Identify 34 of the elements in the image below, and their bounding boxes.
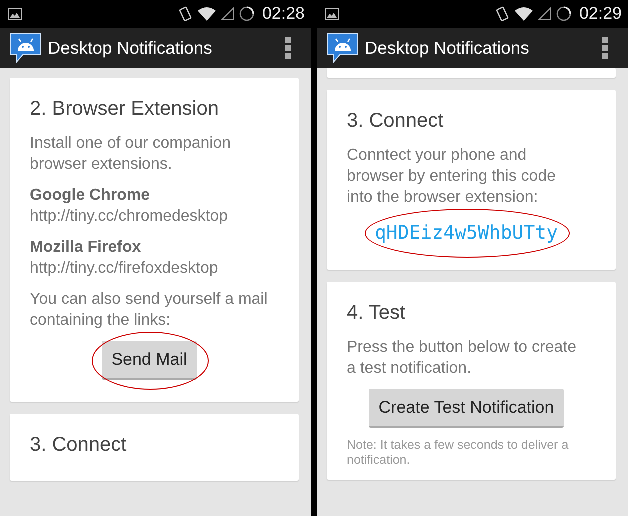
overflow-menu-icon[interactable]	[602, 37, 608, 59]
signal-icon	[221, 7, 236, 21]
body-text: You can also send yourself a mail containing the links:	[30, 290, 269, 331]
clock-time: 02:28	[262, 4, 305, 24]
extension-url: http://tiny.cc/firefoxdesktop	[30, 259, 220, 279]
overflow-menu-icon[interactable]	[285, 37, 291, 59]
app-title: Desktop Notifications	[365, 38, 530, 58]
loading-spinner-icon	[556, 6, 572, 22]
wifi-icon	[514, 6, 534, 22]
connection-code: qHDEiz4w5WhbUTty	[374, 221, 558, 246]
app-title: Desktop Notifications	[48, 38, 212, 58]
card-title: 4. Test	[347, 302, 407, 325]
action-button[interactable]: Send Mail	[102, 341, 198, 380]
loading-spinner-icon	[239, 6, 256, 22]
app-icon[interactable]	[10, 32, 42, 64]
phone-rotation-icon	[496, 6, 510, 22]
app-icon[interactable]	[327, 32, 359, 64]
browser-name: Google Chrome	[30, 186, 152, 206]
body-text: Conntect your phone and browser by entering this code into the browser extension:	[347, 146, 557, 208]
phone-rotation-icon	[179, 6, 194, 22]
action-button[interactable]: Create Test Notification	[368, 389, 564, 428]
card-title: 3. Connect	[30, 434, 128, 457]
body-text: Press the button below to create a test notification.	[347, 338, 578, 379]
image-icon	[325, 8, 339, 20]
extension-url: http://tiny.cc/chromedesktop	[30, 207, 230, 227]
signal-icon	[538, 7, 552, 21]
note-text: Note: It takes a few seconds to deliver a notification.	[347, 438, 570, 468]
browser-name: Mozilla Firefox	[30, 238, 142, 258]
wifi-icon	[197, 6, 218, 22]
image-icon	[8, 8, 22, 20]
clock-time: 02:29	[579, 4, 622, 24]
body-text: Install one of our companion browser extensions.	[30, 134, 232, 175]
card-title: 3. Connect	[347, 110, 445, 133]
card-title: 2. Browser Extension	[30, 98, 220, 121]
